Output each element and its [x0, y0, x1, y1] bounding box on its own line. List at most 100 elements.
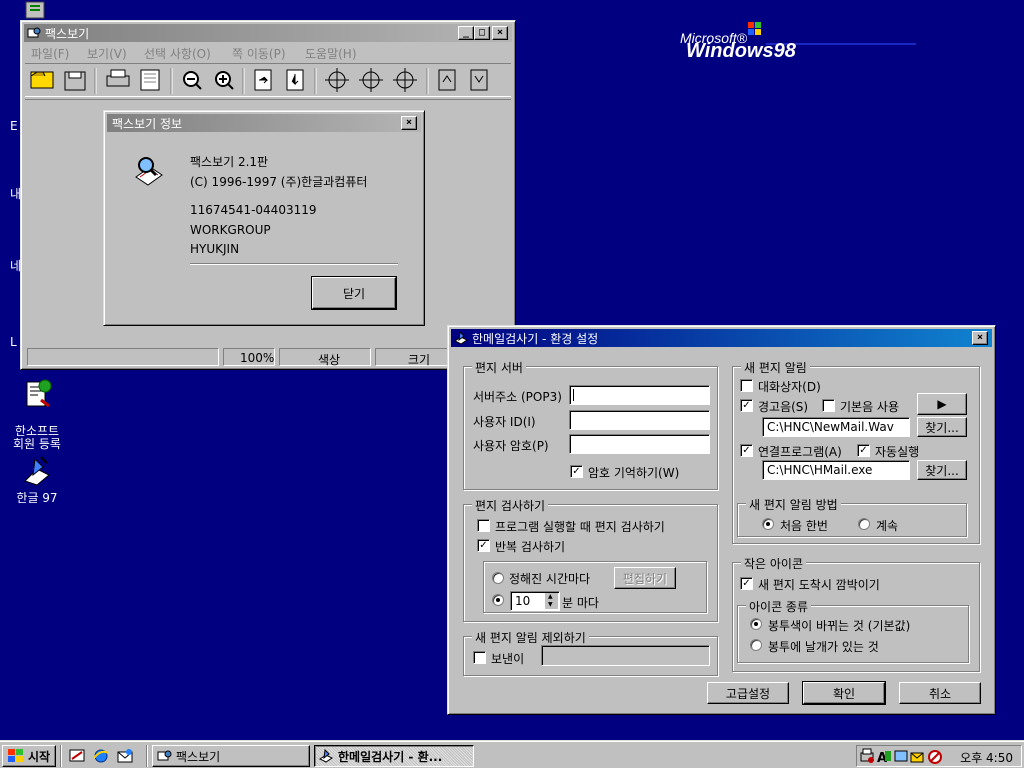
icon-kind-color-radio[interactable] [750, 618, 762, 630]
icon-kind-wing-label[interactable]: 봉투에 날개가 있는 것 [768, 638, 879, 655]
sound-checkbox[interactable]: ✓ [740, 399, 753, 412]
tray-icons: A [860, 748, 942, 766]
notify-continuous-label[interactable]: 계속 [876, 517, 898, 534]
check-on-start-label[interactable]: 프로그램 실행할 때 편지 검사하기 [495, 518, 665, 535]
exclude-sender-label[interactable]: 보낸이 [491, 650, 524, 667]
flip-page-icon [286, 69, 304, 91]
interval-radio[interactable] [492, 594, 504, 606]
menu-file[interactable]: 파일(F) [31, 45, 69, 62]
recycle-bin-icon[interactable] [22, 0, 50, 20]
exclude-sender-checkbox[interactable] [473, 651, 486, 664]
print-preview-icon [140, 69, 160, 91]
system-tray: A 오후 4:50 [856, 745, 1022, 767]
interval-spinner[interactable]: ▲ ▼ [544, 593, 558, 609]
sound-browse-button[interactable]: 찾기... [917, 417, 967, 437]
desktop-icon-hangul97[interactable]: 한글 97 [5, 455, 69, 506]
hangul-ime-icon: A [877, 751, 891, 766]
show-desktop-icon[interactable] [68, 747, 86, 765]
notify-legend: 새 편지 알림 [741, 359, 810, 376]
check-on-start-checkbox[interactable] [477, 519, 490, 532]
repeat-check-label[interactable]: 반복 검사하기 [495, 538, 565, 555]
fax-viewer-titlebar[interactable]: 팩스보기 _ □ × [24, 24, 512, 42]
notify-once-label[interactable]: 처음 한번 [780, 517, 828, 534]
notify-continuous-radio[interactable] [858, 518, 870, 530]
scheduled-time-label[interactable]: 정해진 시간마다 [509, 570, 590, 587]
fax-app-icon [157, 749, 173, 763]
minimize-button[interactable]: _ [458, 26, 474, 40]
notify-once-radio[interactable] [762, 518, 774, 530]
clock[interactable]: 오후 4:50 [960, 749, 1013, 766]
menu-options[interactable]: 선택 사항(O) [144, 45, 211, 62]
autorun-label[interactable]: 자동실행 [875, 443, 919, 460]
about-close-button[interactable]: 닫기 [311, 276, 397, 310]
internet-explorer-icon[interactable] [92, 747, 110, 765]
blink-checkbox[interactable]: ✓ [740, 577, 753, 590]
exclude-sender-input[interactable] [541, 645, 710, 666]
fax-magnifier-icon [132, 155, 166, 189]
icon-kind-wing-radio[interactable] [750, 639, 762, 651]
scheduled-time-radio[interactable] [492, 572, 504, 584]
mail-check-legend: 편지 검사하기 [472, 497, 549, 514]
about-divider [190, 263, 398, 265]
about-user: HYUKJIN [190, 242, 240, 256]
remember-password-label[interactable]: 암호 기억하기(W) [588, 464, 679, 481]
close-button[interactable]: × [401, 116, 417, 130]
fax-viewer-statusbar: 100% 색상 크기 [25, 347, 511, 367]
menu-page-move[interactable]: 쪽 이동(P) [232, 45, 286, 62]
play-sound-button[interactable]: ▶ [917, 393, 967, 415]
default-sound-label[interactable]: 기본음 사용 [840, 398, 899, 415]
about-dialog: 팩스보기 정보 × 팩스보기 2.1판 (C) 1996-1997 (주)한글과… [103, 110, 425, 326]
repeat-check-checkbox[interactable]: ✓ [477, 539, 490, 552]
user-id-input[interactable] [569, 410, 710, 430]
server-address-input[interactable] [569, 385, 710, 405]
spinner-down-icon: ▼ [548, 601, 553, 608]
start-label: 시작 [28, 749, 51, 764]
status-zoom: 100% [240, 351, 275, 365]
printer-tray-icon [860, 748, 874, 763]
task-hanmail-checker[interactable]: 한메일검사기 - 환... [314, 745, 474, 767]
open-folder-icon [30, 71, 54, 89]
about-serial: 11674541-04403119 [190, 203, 317, 217]
sound-path-input[interactable]: C:\HNC\NewMail.Wav [762, 417, 910, 437]
about-org: WORKGROUP [190, 223, 271, 237]
maximize-button[interactable]: □ [474, 26, 490, 40]
default-sound-checkbox[interactable] [822, 399, 835, 412]
settings-dialog: 한메일검사기 - 환경 설정 × 편지 서버 서버주소 (POP3) 사용자 I… [447, 325, 996, 715]
autorun-checkbox[interactable]: ✓ [857, 444, 870, 457]
ok-button[interactable]: 확인 [802, 681, 886, 705]
logo-windows-text: Windows98 [686, 40, 796, 62]
app-checkbox[interactable]: ✓ [740, 444, 753, 457]
notify-group: 새 편지 알림 대화상자(D) ✓ 경고음(S) 기본음 사용 ▶ C:\HNC… [732, 359, 980, 544]
about-titlebar[interactable]: 팩스보기 정보 × [107, 114, 421, 132]
app-browse-button[interactable]: 찾기... [917, 460, 967, 480]
rotate-page-icon [254, 69, 272, 91]
zoom-in-icon [215, 71, 234, 90]
start-button[interactable]: 시작 [2, 745, 56, 767]
dialog-checkbox[interactable] [740, 379, 753, 392]
menu-help[interactable]: 도움말(H) [305, 45, 357, 62]
mail-server-legend: 편지 서버 [472, 359, 526, 376]
close-button[interactable]: × [972, 331, 988, 345]
mail-server-group: 편지 서버 서버주소 (POP3) 사용자 ID(I) 사용자 암호(P) ✓ … [463, 359, 718, 490]
app-label[interactable]: 연결프로그램(A) [758, 443, 842, 460]
fax-app-icon [27, 26, 41, 40]
remember-password-checkbox[interactable]: ✓ [570, 465, 583, 478]
taskbar: 시작 팩스보기 한메일검사기 - 환... A 오후 4:50 [0, 740, 1024, 768]
cancel-button[interactable]: 취소 [899, 682, 981, 704]
icon-kind-color-label[interactable]: 봉투색이 바뀌는 것 (기본값) [768, 617, 910, 634]
task-fax-viewer[interactable]: 팩스보기 [152, 745, 310, 767]
repeat-options-box: 정해진 시간마다 편집하기 10 ▲ ▼ 분 마다 [483, 561, 707, 613]
edit-schedule-button[interactable]: 편집하기 [614, 567, 676, 589]
advanced-button[interactable]: 고급설정 [707, 682, 789, 704]
sound-label[interactable]: 경고음(S) [758, 398, 808, 415]
outlook-express-icon[interactable] [116, 747, 134, 765]
app-path-input[interactable]: C:\HNC\HMail.exe [762, 460, 910, 480]
password-input[interactable] [569, 434, 710, 454]
settings-titlebar[interactable]: 한메일검사기 - 환경 설정 × [451, 329, 992, 347]
dialog-label[interactable]: 대화상자(D) [758, 378, 821, 395]
menu-view[interactable]: 보기(V) [87, 45, 127, 62]
interval-input[interactable]: 10 ▲ ▼ [510, 591, 560, 611]
desktop-icon-hansoft-register[interactable]: 한소프트 회원 등록 [5, 378, 69, 451]
blink-label[interactable]: 새 편지 도착시 깜박이기 [758, 576, 880, 593]
close-button[interactable]: × [492, 26, 508, 40]
